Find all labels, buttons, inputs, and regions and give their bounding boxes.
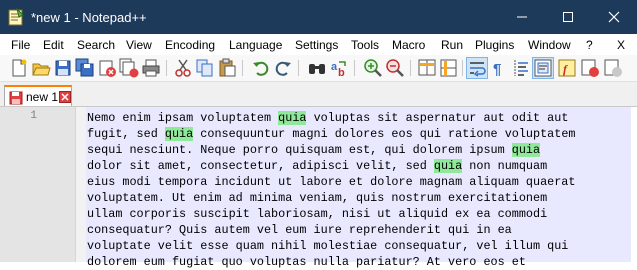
menu-encoding[interactable]: Encoding	[165, 38, 215, 52]
text-run: voluptas sit aspernatur aut odit aut	[306, 111, 569, 125]
menu-macro[interactable]: Macro	[392, 38, 425, 52]
text-run: consequuntur magni dolores eos qui ratio…	[193, 127, 576, 141]
text-run: sequi nesciunt. Neque porro quisquam est…	[87, 143, 512, 157]
menu-search[interactable]: Search	[77, 38, 115, 52]
editor-right-edge	[631, 107, 637, 262]
open-file-icon[interactable]	[31, 58, 51, 78]
menu-help[interactable]: ?	[586, 38, 593, 52]
editor-line: sequi nesciunt. Neque porro quisquam est…	[87, 142, 632, 158]
svg-text:b: b	[338, 67, 345, 78]
search-highlight: quia	[164, 127, 194, 141]
indent-guide-icon[interactable]	[511, 58, 531, 78]
macro-stop-icon[interactable]	[603, 58, 623, 78]
minimize-button[interactable]	[499, 0, 545, 34]
menu-plugins[interactable]: Plugins	[475, 38, 514, 52]
editor-area[interactable]: 1 Nemo enim ipsam voluptatem quia volupt…	[0, 107, 637, 269]
editor-line: consequatur? Quis autem vel eum iure rep…	[87, 222, 632, 238]
search-highlight: quia	[433, 159, 463, 173]
text-run: fugit, sed	[87, 127, 165, 141]
tab-new-1[interactable]: new 1	[4, 85, 72, 106]
menu-language[interactable]: Language	[229, 38, 282, 52]
text-run: voluptate velit esse quam nihil molestia…	[87, 239, 569, 253]
menu-edit[interactable]: Edit	[43, 38, 64, 52]
search-highlight: quia	[278, 111, 307, 125]
maximize-button[interactable]	[545, 0, 591, 34]
new-file-icon[interactable]	[9, 58, 29, 78]
menu-close-doc[interactable]: X	[617, 38, 625, 52]
editor-line: voluptate velit esse quam nihil molestia…	[87, 238, 632, 254]
title-bar: *new 1 - Notepad++	[0, 0, 637, 34]
menu-settings[interactable]: Settings	[295, 38, 338, 52]
function-list-icon[interactable]: f	[557, 58, 577, 78]
close-window-button[interactable]	[591, 0, 637, 34]
cut-icon[interactable]	[173, 58, 193, 78]
search-highlight: quia	[511, 143, 541, 157]
word-wrap-icon[interactable]	[466, 57, 488, 79]
text-run: Nemo enim ipsam voluptatem	[87, 111, 279, 125]
line-number-gutter: 1	[0, 107, 76, 262]
editor-line: fugit, sed quia consequuntur magni dolor…	[87, 126, 632, 142]
close-icon[interactable]	[97, 58, 117, 78]
window-title: *new 1 - Notepad++	[31, 10, 147, 25]
svg-text:¶: ¶	[493, 61, 501, 78]
text-run: dolorem eum fugiat quo voluptas nulla pa…	[87, 255, 526, 269]
notepadpp-icon	[8, 7, 24, 26]
editor-text[interactable]: Nemo enim ipsam voluptatem quia voluptas…	[87, 110, 632, 270]
doc-map-icon[interactable]	[532, 57, 554, 79]
editor-line: eius modi tempora incidunt ut labore et …	[87, 174, 632, 190]
macro-record-icon[interactable]	[580, 58, 600, 78]
sync-horizontal-icon[interactable]	[439, 58, 459, 78]
text-run: dolor sit amet, consectetur, adipisci ve…	[87, 159, 434, 173]
save-icon[interactable]	[53, 58, 73, 78]
editor-line: voluptatem. Ut enim ad minima veniam, qu…	[87, 190, 632, 206]
close-all-icon[interactable]	[119, 58, 139, 78]
menu-view[interactable]: View	[126, 38, 152, 52]
zoom-in-icon[interactable]	[363, 58, 383, 78]
menu-bar: File Edit Search View Encoding Language …	[0, 34, 637, 55]
text-run: eius modi tempora incidunt ut labore et …	[87, 175, 576, 189]
tab-label: new 1	[26, 90, 59, 104]
editor-line: dolorem eum fugiat quo voluptas nulla pa…	[87, 254, 632, 270]
editor-line: dolor sit amet, consectetur, adipisci ve…	[87, 158, 632, 174]
text-run: voluptatem. Ut enim ad minima veniam, qu…	[87, 191, 548, 205]
text-run: ullam corporis suscipit laboriosam, nisi…	[87, 207, 548, 221]
line-number: 1	[30, 110, 37, 122]
editor-line: Nemo enim ipsam voluptatem quia voluptas…	[87, 110, 632, 126]
copy-icon[interactable]	[195, 58, 215, 78]
sync-vertical-icon[interactable]	[417, 58, 437, 78]
text-run: consequatur? Quis autem vel eum iure rep…	[87, 223, 512, 237]
paste-icon[interactable]	[217, 58, 237, 78]
toolbar: ab ¶ f	[0, 55, 637, 82]
menu-file[interactable]: File	[11, 38, 30, 52]
tab-close-icon[interactable]	[59, 91, 71, 106]
undo-icon[interactable]	[251, 58, 271, 78]
menu-window[interactable]: Window	[528, 38, 571, 52]
find-icon[interactable]	[307, 58, 327, 78]
unsaved-file-icon	[9, 91, 23, 108]
show-all-chars-icon[interactable]: ¶	[489, 58, 509, 78]
svg-text:a: a	[331, 61, 338, 73]
editor-line: ullam corporis suscipit laboriosam, nisi…	[87, 206, 632, 222]
save-all-icon[interactable]	[75, 58, 95, 78]
text-run: non numquam	[462, 159, 548, 173]
menu-tools[interactable]: Tools	[351, 38, 379, 52]
menu-run[interactable]: Run	[441, 38, 463, 52]
tab-bar: new 1	[0, 82, 637, 107]
zoom-out-icon[interactable]	[385, 58, 405, 78]
print-icon[interactable]	[141, 58, 161, 78]
redo-icon[interactable]	[273, 58, 293, 78]
replace-icon[interactable]: ab	[329, 58, 349, 78]
fold-margin[interactable]	[76, 107, 86, 262]
